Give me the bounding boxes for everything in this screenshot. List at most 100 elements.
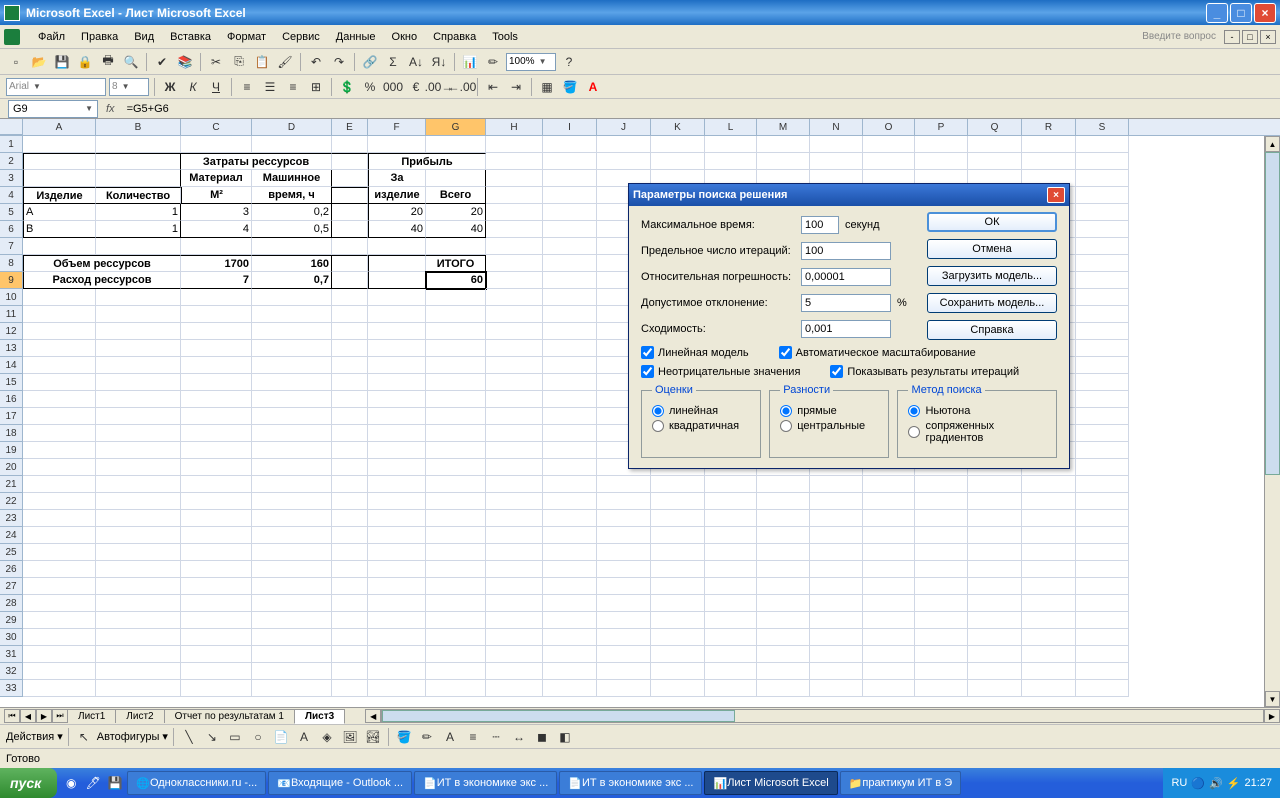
cell[interactable] <box>1076 238 1129 255</box>
cell[interactable] <box>915 629 968 646</box>
cell[interactable] <box>332 374 368 391</box>
cell[interactable] <box>863 510 915 527</box>
font-color-icon[interactable]: A <box>583 77 603 97</box>
cell[interactable] <box>332 476 368 493</box>
cell[interactable] <box>915 476 968 493</box>
cell[interactable] <box>426 527 486 544</box>
cell[interactable] <box>332 425 368 442</box>
quicklaunch-icon[interactable]: 💾 <box>105 772 125 794</box>
cell[interactable] <box>252 238 332 255</box>
cell[interactable] <box>252 527 332 544</box>
cell[interactable] <box>96 663 181 680</box>
cell[interactable] <box>543 374 597 391</box>
cell[interactable] <box>543 442 597 459</box>
cell[interactable] <box>23 544 96 561</box>
cell[interactable] <box>23 527 96 544</box>
row-header[interactable]: 18 <box>0 425 23 442</box>
cell[interactable] <box>96 306 181 323</box>
cell[interactable] <box>252 459 332 476</box>
row-header[interactable]: 30 <box>0 629 23 646</box>
cell[interactable] <box>332 680 368 697</box>
cell[interactable] <box>543 595 597 612</box>
shadow-icon[interactable]: ◼ <box>532 727 552 747</box>
cell[interactable] <box>597 578 651 595</box>
cell[interactable] <box>181 663 252 680</box>
save-icon[interactable]: 💾 <box>52 52 72 72</box>
redo-icon[interactable]: ↷ <box>329 52 349 72</box>
cell[interactable] <box>543 357 597 374</box>
merge-icon[interactable]: ⊞ <box>306 77 326 97</box>
cell[interactable]: 40 <box>368 221 426 238</box>
cell[interactable] <box>651 544 705 561</box>
oval-icon[interactable]: ○ <box>248 727 268 747</box>
cell[interactable] <box>181 459 252 476</box>
cell[interactable] <box>757 595 810 612</box>
tolerance-input[interactable] <box>801 294 891 312</box>
cell[interactable] <box>252 408 332 425</box>
cell[interactable] <box>757 510 810 527</box>
cell[interactable] <box>915 578 968 595</box>
cell[interactable] <box>651 153 705 170</box>
cell[interactable] <box>543 544 597 561</box>
cell[interactable]: 0,2 <box>252 204 332 221</box>
cell[interactable] <box>426 680 486 697</box>
cell[interactable] <box>1076 663 1129 680</box>
cell[interactable] <box>915 544 968 561</box>
deriv-forward-radio[interactable]: прямые <box>780 405 878 417</box>
align-left-icon[interactable]: ≡ <box>237 77 257 97</box>
cell[interactable] <box>968 561 1022 578</box>
cell[interactable] <box>597 493 651 510</box>
cell[interactable] <box>705 680 757 697</box>
cell[interactable] <box>757 153 810 170</box>
cell[interactable] <box>96 578 181 595</box>
cell[interactable] <box>181 340 252 357</box>
cell[interactable] <box>810 561 863 578</box>
cell[interactable] <box>1076 510 1129 527</box>
cell[interactable] <box>332 272 368 289</box>
cell[interactable] <box>96 459 181 476</box>
rectangle-icon[interactable]: ▭ <box>225 727 245 747</box>
cell[interactable] <box>810 595 863 612</box>
cell[interactable] <box>863 493 915 510</box>
cell[interactable] <box>543 340 597 357</box>
cell[interactable] <box>332 357 368 374</box>
cell[interactable] <box>597 663 651 680</box>
col-header[interactable]: N <box>810 119 863 135</box>
row-header[interactable]: 12 <box>0 323 23 340</box>
cell[interactable]: 1 <box>96 204 181 221</box>
cell[interactable] <box>705 578 757 595</box>
cell[interactable] <box>651 476 705 493</box>
col-header[interactable]: E <box>332 119 368 135</box>
scroll-thumb[interactable] <box>1265 152 1280 475</box>
cell[interactable] <box>486 680 543 697</box>
menu-help[interactable]: Справка <box>425 29 484 45</box>
cell[interactable] <box>1022 561 1076 578</box>
cell[interactable] <box>1076 459 1129 476</box>
sheet-tab-active[interactable]: Лист3 <box>294 709 345 724</box>
cell[interactable] <box>252 663 332 680</box>
cell[interactable] <box>1022 153 1076 170</box>
cell[interactable] <box>486 255 543 272</box>
cell[interactable] <box>543 272 597 289</box>
cell[interactable] <box>486 374 543 391</box>
cell[interactable] <box>486 646 543 663</box>
row-header[interactable]: 7 <box>0 238 23 255</box>
cell[interactable] <box>368 442 426 459</box>
hscroll-thumb[interactable] <box>382 710 734 722</box>
cell[interactable] <box>651 578 705 595</box>
cell[interactable] <box>1076 425 1129 442</box>
cell[interactable] <box>426 646 486 663</box>
cell[interactable] <box>181 442 252 459</box>
cell[interactable] <box>332 221 368 238</box>
cell[interactable] <box>486 408 543 425</box>
cell[interactable] <box>252 340 332 357</box>
cell[interactable] <box>426 629 486 646</box>
cell[interactable] <box>252 646 332 663</box>
row-header[interactable]: 5 <box>0 204 23 221</box>
cell[interactable] <box>597 544 651 561</box>
col-header[interactable]: C <box>181 119 252 135</box>
cell[interactable] <box>915 595 968 612</box>
clipart-icon[interactable]: 🖼 <box>340 727 360 747</box>
cell[interactable] <box>96 561 181 578</box>
cell[interactable] <box>1022 680 1076 697</box>
